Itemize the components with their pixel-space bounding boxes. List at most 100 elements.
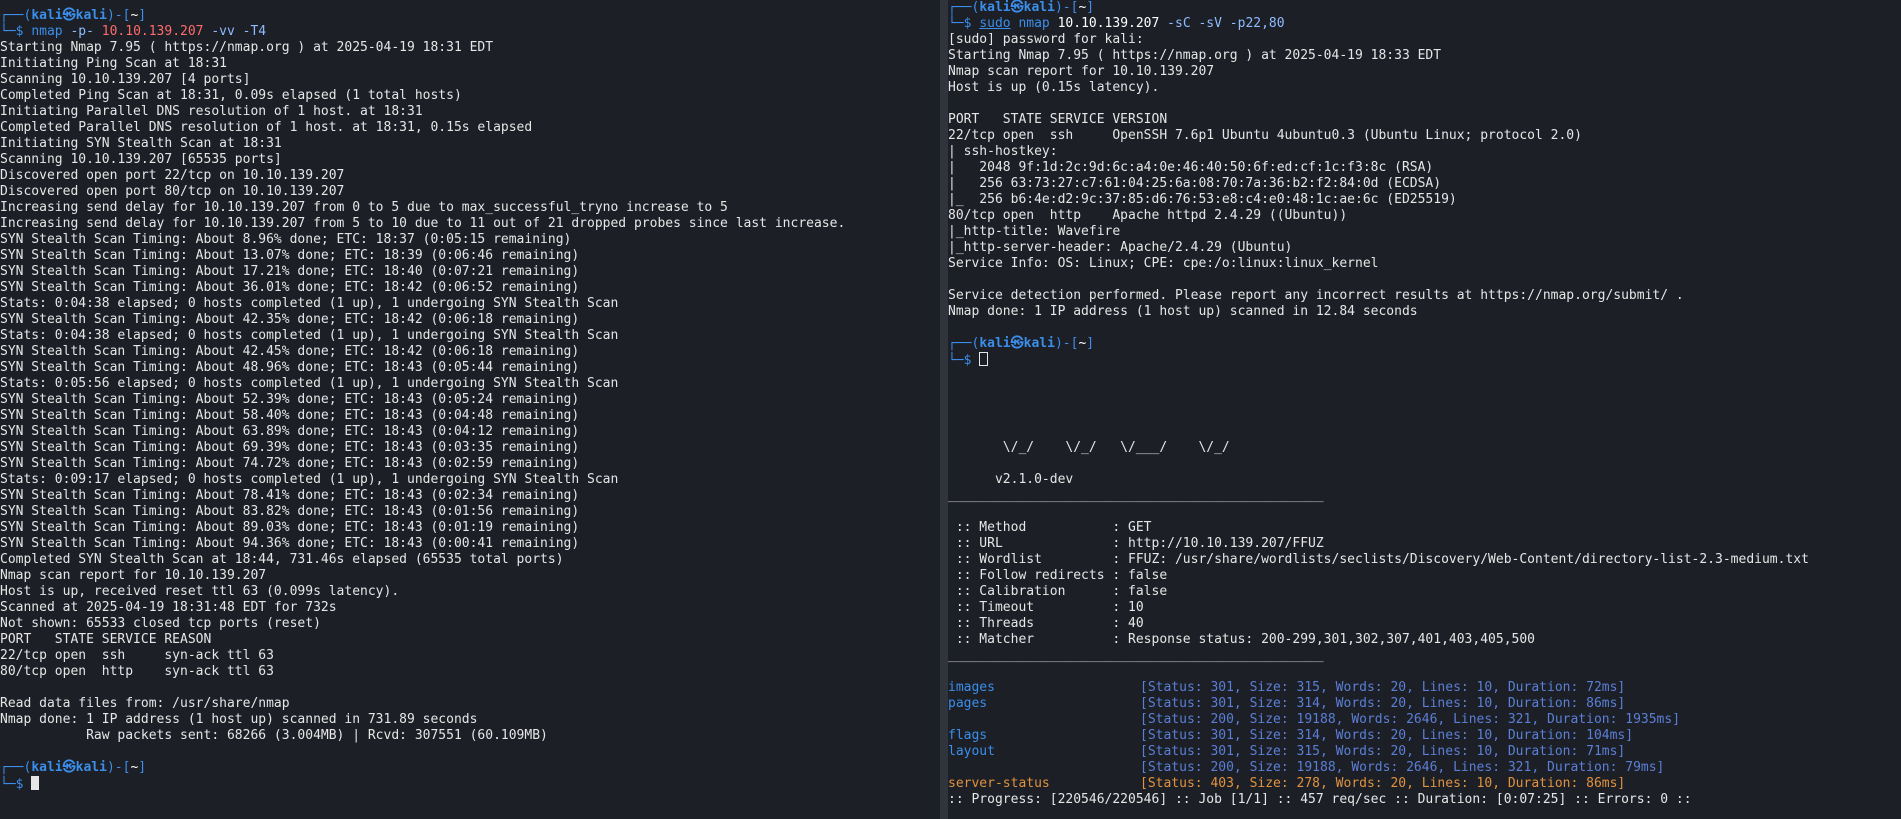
output-line: Stats: 0:09:17 elapsed; 0 hosts complete…: [0, 472, 619, 487]
output-line: |_http-server-header: Apache/2.4.29 (Ubu…: [948, 240, 1293, 255]
separator: ________________________________________…: [948, 488, 1324, 503]
prompt-header: ┌──(kali㉿kali)-[~]: [948, 0, 1095, 15]
output-line: Initiating Parallel DNS resolution of 1 …: [0, 104, 423, 119]
output-line: |_ 256 b6:4e:d2:9c:37:85:d6:76:53:e8:c4:…: [948, 192, 1457, 207]
output-line: Increasing send delay for 10.10.139.207 …: [0, 216, 846, 231]
output-line: SYN Stealth Scan Timing: About 78.41% do…: [0, 488, 580, 503]
ffuf-option-line: :: Timeout : 10: [948, 600, 1144, 615]
output-line: | 256 63:73:27:c7:61:04:25:6a:08:70:7a:3…: [948, 176, 1442, 191]
ffuf-art-line: v2.1.0-dev: [948, 472, 1074, 487]
result-row: [Status: 200, Size: 19188, Words: 2646, …: [948, 712, 1901, 728]
result-path: images: [948, 680, 995, 695]
output-line: Stats: 0:05:56 elapsed; 0 hosts complete…: [0, 376, 619, 391]
result-status: [Status: 301, Size: 315, Words: 20, Line…: [1140, 744, 1626, 759]
nmap-service-output: [sudo] password for kali: Starting Nmap 7…: [948, 32, 1901, 320]
output-line: Service Info: OS: Linux; CPE: cpe:/o:lin…: [948, 256, 1379, 271]
output-line: Scanned at 2025-04-19 18:31:48 EDT for 7…: [0, 600, 337, 615]
result-path: layout: [948, 744, 995, 759]
ffuf-option-line: :: Threads : 40: [948, 616, 1144, 631]
output-line: SYN Stealth Scan Timing: About 74.72% do…: [0, 456, 580, 471]
result-path: pages: [948, 696, 988, 711]
output-line: 22/tcp open ssh syn-ack ttl 63: [0, 648, 274, 663]
result-status: [Status: 200, Size: 19188, Words: 2646, …: [1140, 760, 1665, 775]
output-line: | 2048 9f:1d:2c:9d:6c:a4:0e:46:40:50:6f:…: [948, 160, 1434, 175]
output-line: 80/tcp open http Apache httpd 2.4.29 ((U…: [948, 208, 1348, 223]
right-terminal-pane[interactable]: ┌──(kali㉿kali)-[~] └─$ sudo nmap 10.10.1…: [948, 0, 1901, 819]
ffuf-art-line: [948, 456, 1901, 472]
output-line: Increasing send delay for 10.10.139.207 …: [0, 200, 728, 215]
input-line[interactable]: └─$: [948, 352, 1901, 368]
ffuf-option-line: :: Follow redirects : false: [948, 568, 1168, 583]
output-line: SYN Stealth Scan Timing: About 8.96% don…: [0, 232, 572, 247]
output-line: SYN Stealth Scan Timing: About 48.96% do…: [0, 360, 580, 375]
ffuf-options: :: Method : GET :: URL : http://10.10.13…: [948, 520, 1901, 648]
output-line: Nmap scan report for 10.10.139.207: [948, 64, 1215, 79]
output-line: Discovered open port 80/tcp on 10.10.139…: [0, 184, 345, 199]
output-line: SYN Stealth Scan Timing: About 42.45% do…: [0, 344, 580, 359]
output-line: Read data files from: /usr/share/nmap: [0, 696, 290, 711]
result-path: flags: [948, 728, 988, 743]
output-line: Scanning 10.10.139.207 [4 ports]: [0, 72, 251, 87]
output-line: Raw packets sent: 68266 (3.004MB) | Rcvd…: [0, 728, 548, 743]
output-line: Nmap done: 1 IP address (1 host up) scan…: [0, 712, 478, 727]
nmap-output: Starting Nmap 7.95 ( https://nmap.org ) …: [0, 40, 940, 744]
ffuf-art-line: \/_/ \/_/ \/___/ \/_/: [948, 440, 1230, 455]
result-row: images [Status: 301, Size: 315, Words: 20…: [948, 680, 1901, 696]
ffuf-option-line: :: Method : GET: [948, 520, 1152, 535]
left-terminal-pane[interactable]: ┌──(kali㉿kali)-[~] └─$ nmap -p- 10.10.13…: [0, 0, 940, 819]
command-bin: nmap: [31, 24, 63, 39]
output-line: |_http-title: Wavefire: [948, 224, 1121, 239]
output-line: SYN Stealth Scan Timing: About 42.35% do…: [0, 312, 580, 327]
output-line: Service detection performed. Please repo…: [948, 288, 1684, 303]
result-status: [Status: 301, Size: 315, Words: 20, Line…: [1140, 680, 1626, 695]
output-line: SYN Stealth Scan Timing: About 83.82% do…: [0, 504, 580, 519]
ffuf-banner: \/_/ \/_/ \/___/ \/_/ v2.1.0-dev: [948, 440, 1901, 488]
output-line: SYN Stealth Scan Timing: About 69.39% do…: [0, 440, 580, 455]
command-target: 10.10.139.207: [101, 24, 204, 39]
pane-divider[interactable]: [940, 0, 948, 819]
output-line: Starting Nmap 7.95 ( https://nmap.org ) …: [948, 48, 1442, 63]
output-line: Discovered open port 22/tcp on 10.10.139…: [0, 168, 345, 183]
output-line: Nmap scan report for 10.10.139.207: [0, 568, 267, 583]
input-line[interactable]: └─$: [0, 776, 940, 792]
cursor: [979, 352, 989, 366]
output-line: Host is up (0.15s latency).: [948, 80, 1160, 95]
output-line: Completed Parallel DNS resolution of 1 h…: [0, 120, 533, 135]
output-line: 22/tcp open ssh OpenSSH 7.6p1 Ubuntu 4ub…: [948, 128, 1582, 143]
output-line: SYN Stealth Scan Timing: About 63.89% do…: [0, 424, 580, 439]
command-line: └─$ sudo nmap 10.10.139.207 -sC -sV -p22…: [948, 16, 1285, 31]
output-line: SYN Stealth Scan Timing: About 36.01% do…: [0, 280, 580, 295]
result-row: [Status: 200, Size: 19188, Words: 2646, …: [948, 760, 1901, 776]
output-line: Initiating SYN Stealth Scan at 18:31: [0, 136, 282, 151]
ffuf-option-line: :: Matcher : Response status: 200-299,30…: [948, 632, 1535, 647]
output-line: Completed SYN Stealth Scan at 18:44, 731…: [0, 552, 564, 567]
result-row: flags [Status: 301, Size: 314, Words: 20,…: [948, 728, 1901, 744]
ffuf-progress: :: Progress: [220546/220546] :: Job [1/1…: [948, 792, 1692, 807]
output-line: SYN Stealth Scan Timing: About 58.40% do…: [0, 408, 580, 423]
prompt-header: ┌──(kali㉿kali)-[~]: [948, 336, 1095, 351]
output-line: Stats: 0:04:38 elapsed; 0 hosts complete…: [0, 328, 619, 343]
output-line: SYN Stealth Scan Timing: About 89.03% do…: [0, 520, 580, 535]
cursor: [31, 776, 40, 790]
separator: ________________________________________…: [948, 648, 1324, 663]
result-row: pages [Status: 301, Size: 314, Words: 20,…: [948, 696, 1901, 712]
output-line: Starting Nmap 7.95 ( https://nmap.org ) …: [0, 40, 494, 55]
output-line: Nmap done: 1 IP address (1 host up) scan…: [948, 304, 1418, 319]
output-line: Completed Ping Scan at 18:31, 0.09s elap…: [0, 88, 462, 103]
output-line: Host is up, received reset ttl 63 (0.099…: [0, 584, 400, 599]
output-line: [sudo] password for kali:: [948, 32, 1144, 47]
output-line: Scanning 10.10.139.207 [65535 ports]: [0, 152, 282, 167]
output-line: SYN Stealth Scan Timing: About 17.21% do…: [0, 264, 580, 279]
ffuf-option-line: :: Wordlist : FFUZ: /usr/share/wordlists…: [948, 552, 1809, 567]
output-line: Not shown: 65533 closed tcp ports (reset…: [0, 616, 321, 631]
output-line: | ssh-hostkey:: [948, 144, 1058, 159]
ffuf-option-line: :: URL : http://10.10.139.207/FFUZ: [948, 536, 1324, 551]
output-line: Initiating Ping Scan at 18:31: [0, 56, 227, 71]
result-row: layout [Status: 301, Size: 315, Words: 20…: [948, 744, 1901, 760]
ffuf-results: images [Status: 301, Size: 315, Words: 20…: [948, 680, 1901, 792]
output-line: SYN Stealth Scan Timing: About 94.36% do…: [0, 536, 580, 551]
result-path: server-status: [948, 776, 1050, 791]
